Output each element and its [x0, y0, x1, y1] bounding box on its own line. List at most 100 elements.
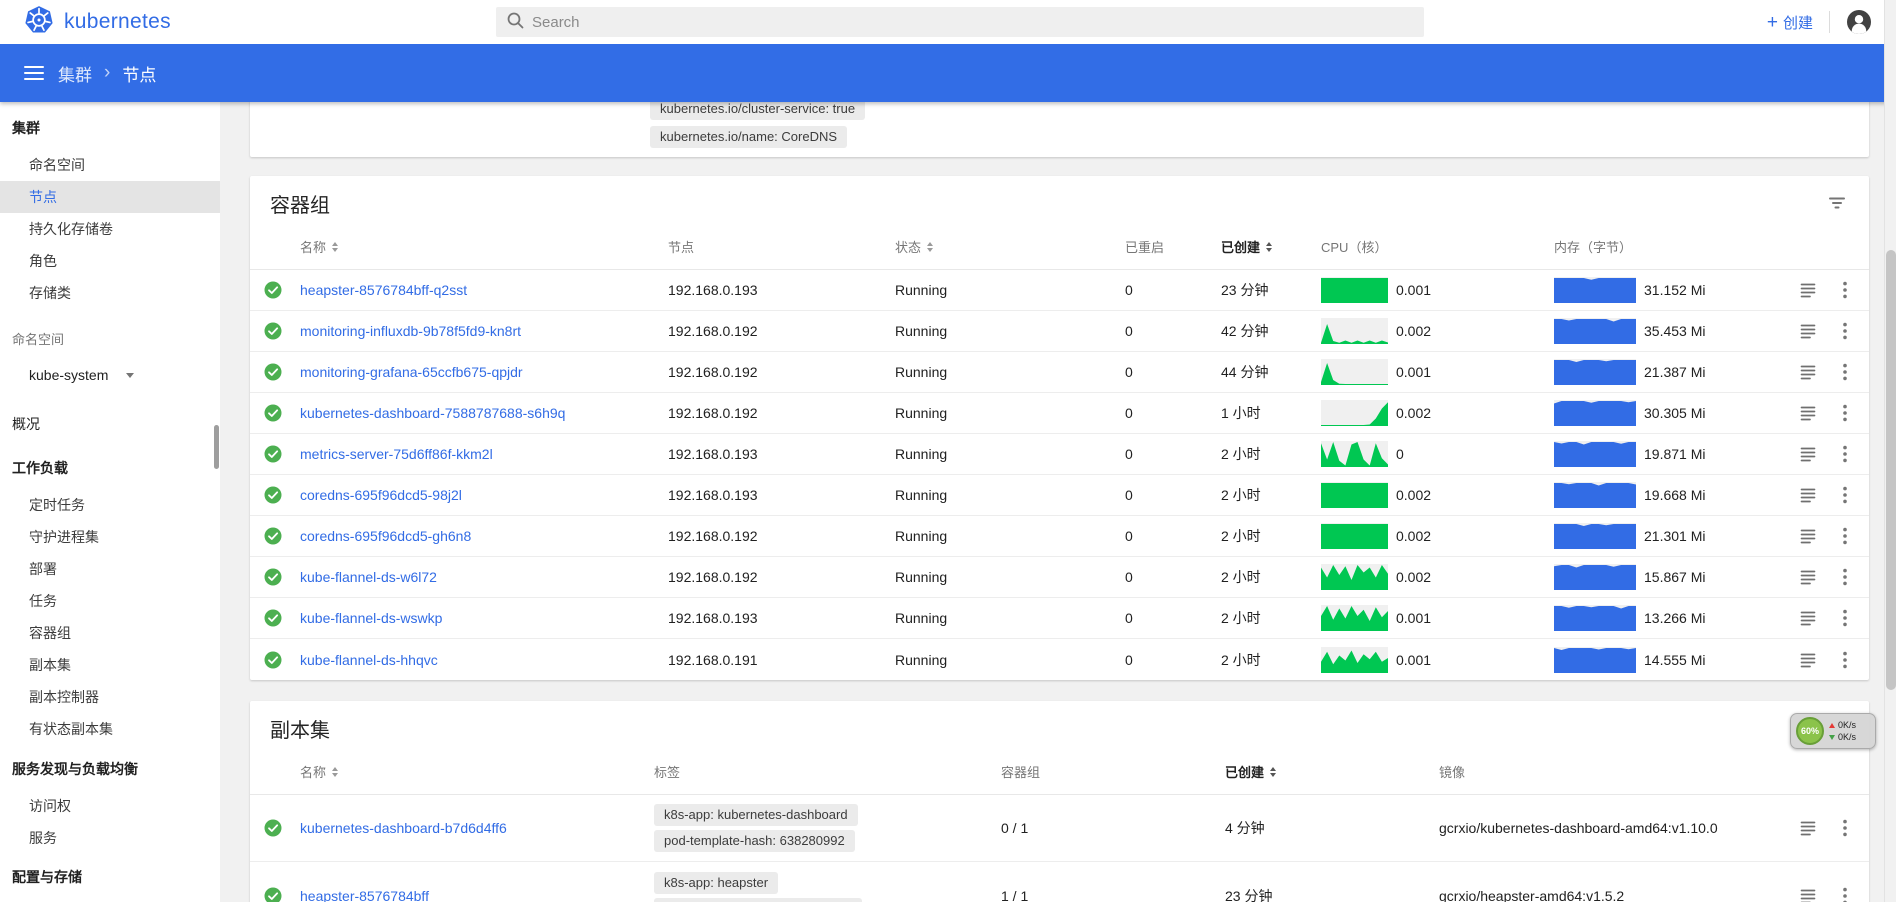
pod-node: 192.168.0.192 [664, 323, 891, 339]
sidebar-item[interactable]: 持久化存储卷 [0, 213, 220, 245]
logs-icon[interactable] [1800, 487, 1816, 503]
logs-icon[interactable] [1800, 364, 1816, 380]
sidebar-item[interactable]: 定时任务 [0, 489, 220, 521]
pod-cpu-value: 0.001 [1396, 652, 1431, 668]
sidebar-item[interactable]: 服务 [0, 822, 220, 854]
pod-name-link[interactable]: coredns-695f96dcd5-98j2l [294, 487, 664, 503]
scrollbar-thumb[interactable] [1886, 250, 1896, 690]
more-menu-icon[interactable] [1842, 568, 1848, 586]
filter-icon[interactable] [1827, 193, 1847, 213]
logs-icon[interactable] [1800, 569, 1816, 585]
vertical-scrollbar[interactable] [1884, 0, 1896, 902]
column-header-memory: 内存（字节） [1550, 237, 1790, 256]
logs-icon[interactable] [1800, 446, 1816, 462]
pod-created: 1 小时 [1217, 403, 1314, 423]
logs-icon[interactable] [1800, 323, 1816, 339]
pod-name-link[interactable]: kube-flannel-ds-w6l72 [294, 569, 664, 585]
sidebar-scrollbar[interactable] [214, 425, 219, 469]
pod-name-link[interactable]: heapster-8576784bff-q2sst [294, 282, 664, 298]
sidebar-section-cluster: 集群 [0, 118, 220, 138]
column-header-name[interactable]: 名称 [294, 762, 650, 781]
sidebar-item[interactable]: 访问权 [0, 790, 220, 822]
more-menu-icon[interactable] [1842, 363, 1848, 381]
logs-icon[interactable] [1800, 888, 1816, 902]
memory-sparkline [1554, 564, 1636, 590]
sidebar-item[interactable]: 角色 [0, 245, 220, 277]
logs-icon[interactable] [1800, 820, 1816, 836]
main-content: kubernetes.io/cluster-service: truekuber… [220, 102, 1884, 902]
pod-status: Running [891, 446, 1121, 462]
cpu-sparkline [1321, 359, 1388, 385]
pod-name-link[interactable]: kube-flannel-ds-wswkp [294, 610, 664, 626]
column-header-status[interactable]: 状态 [891, 237, 1121, 256]
column-header-created[interactable]: 已创建 [1221, 762, 1435, 781]
menu-icon[interactable] [24, 66, 44, 80]
namespace-selected-value: kube-system [29, 367, 108, 383]
pods-table-header: 名称 节点 状态 已重启 已创建 CPU（核） 内存（字节） [250, 224, 1869, 270]
sidebar-item[interactable]: 任务 [0, 585, 220, 617]
search-input[interactable] [532, 14, 1414, 31]
sidebar-item[interactable]: 有状态副本集 [0, 713, 220, 745]
more-menu-icon[interactable] [1842, 281, 1848, 299]
label-chip: pod-template-hash: 4132840699 [654, 898, 862, 902]
sort-arrows-icon [1270, 767, 1276, 777]
more-menu-icon[interactable] [1842, 527, 1848, 545]
pod-row: kube-flannel-ds-w6l72 192.168.0.192 Runn… [250, 557, 1869, 598]
more-menu-icon[interactable] [1842, 819, 1848, 837]
more-menu-icon[interactable] [1842, 445, 1848, 463]
breadcrumb-current: 节点 [122, 61, 156, 86]
more-menu-icon[interactable] [1842, 651, 1848, 669]
replicaset-image: gcrxio/kubernetes-dashboard-amd64:v1.10.… [1435, 820, 1790, 836]
replicaset-name-link[interactable]: kubernetes-dashboard-b7d6d4ff6 [294, 820, 650, 836]
memory-sparkline [1554, 441, 1636, 467]
sidebar-item[interactable]: 部署 [0, 553, 220, 585]
logs-icon[interactable] [1800, 652, 1816, 668]
pod-name-link[interactable]: monitoring-influxdb-9b78f5fd9-kn8rt [294, 323, 664, 339]
sidebar-item[interactable]: 存储类 [0, 277, 220, 309]
more-menu-icon[interactable] [1842, 887, 1848, 902]
pod-restarts: 0 [1121, 652, 1217, 668]
pod-node: 192.168.0.193 [664, 446, 891, 462]
more-menu-icon[interactable] [1842, 404, 1848, 422]
replicaset-image: gcrxio/heapster-amd64:v1.5.2 [1435, 888, 1790, 902]
pod-name-link[interactable]: monitoring-grafana-65ccfb675-qpjdr [294, 364, 664, 380]
column-header-images: 镜像 [1435, 762, 1790, 781]
sidebar-item[interactable]: 容器组 [0, 617, 220, 649]
breadcrumb-cluster[interactable]: 集群 [58, 61, 92, 86]
more-menu-icon[interactable] [1842, 609, 1848, 627]
status-ok-icon [250, 281, 294, 299]
logs-icon[interactable] [1800, 610, 1816, 626]
search-bar[interactable] [496, 7, 1424, 37]
pod-name-link[interactable]: metrics-server-75d6ff86f-kkm2l [294, 446, 664, 462]
cpu-sparkline [1321, 482, 1388, 508]
sidebar-item[interactable]: 副本集 [0, 649, 220, 681]
sidebar-item[interactable]: 副本控制器 [0, 681, 220, 713]
pod-name-link[interactable]: kubernetes-dashboard-7588787688-s6h9q [294, 405, 664, 421]
logs-icon[interactable] [1800, 282, 1816, 298]
label-chip: k8s-app: kubernetes-dashboard [654, 804, 858, 826]
replicaset-name-link[interactable]: heapster-8576784bff [294, 888, 650, 902]
more-menu-icon[interactable] [1842, 322, 1848, 340]
column-header-labels: 标签 [650, 762, 997, 781]
pod-row: kube-flannel-ds-wswkp 192.168.0.193 Runn… [250, 598, 1869, 639]
sidebar-section-discovery: 服务发现与负载均衡 [0, 759, 220, 779]
pod-status: Running [891, 282, 1121, 298]
column-header-created[interactable]: 已创建 [1217, 237, 1314, 256]
pod-memory-value: 35.453 Mi [1644, 323, 1705, 339]
pod-name-link[interactable]: coredns-695f96dcd5-gh6n8 [294, 528, 664, 544]
pod-cpu-value: 0.002 [1396, 405, 1431, 421]
column-header-name[interactable]: 名称 [294, 237, 664, 256]
namespace-select[interactable]: kube-system [0, 361, 220, 389]
logs-icon[interactable] [1800, 528, 1816, 544]
pod-name-link[interactable]: kube-flannel-ds-hhqvc [294, 652, 664, 668]
sidebar-item[interactable]: 命名空间 [0, 149, 220, 181]
more-menu-icon[interactable] [1842, 486, 1848, 504]
sidebar-item[interactable]: 节点 [0, 181, 220, 213]
sidebar-item-overview[interactable]: 概况 [0, 410, 220, 438]
brand-title: kubernetes [64, 10, 171, 34]
create-button[interactable]: + 创建 [1767, 12, 1813, 33]
brand[interactable]: kubernetes [24, 0, 171, 44]
logs-icon[interactable] [1800, 405, 1816, 421]
user-account-icon[interactable] [1846, 9, 1872, 35]
sidebar-item[interactable]: 守护进程集 [0, 521, 220, 553]
